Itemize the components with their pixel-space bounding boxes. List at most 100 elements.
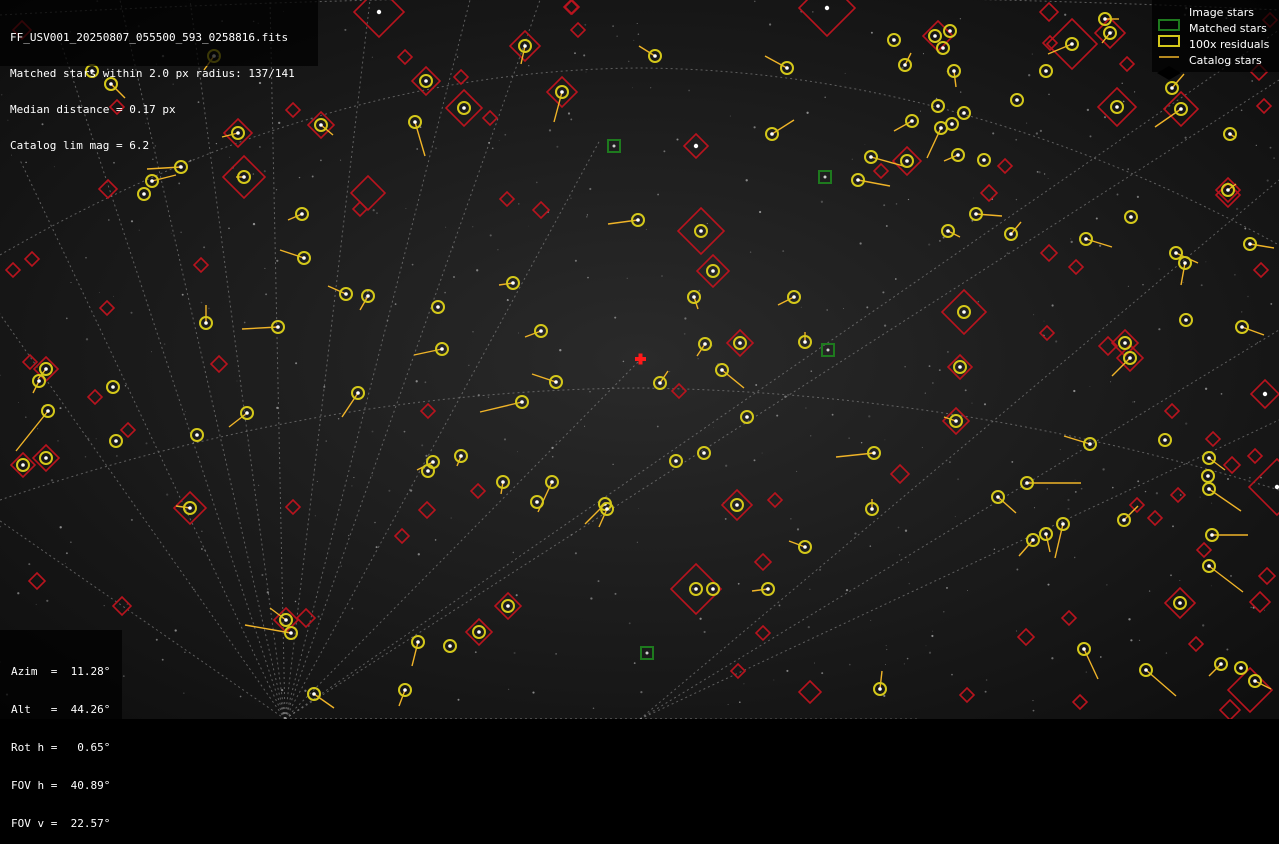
background-star xyxy=(882,291,885,294)
background-star xyxy=(372,209,375,212)
background-star xyxy=(668,370,671,373)
background-star xyxy=(64,562,66,564)
background-star xyxy=(1199,496,1201,498)
background-star xyxy=(376,212,378,214)
background-star xyxy=(1095,217,1098,220)
background-star xyxy=(325,440,327,442)
star-core xyxy=(1206,474,1210,478)
background-star xyxy=(35,603,37,605)
background-star xyxy=(491,147,494,150)
background-star xyxy=(870,31,873,34)
background-star xyxy=(826,309,829,311)
background-star xyxy=(1170,574,1172,577)
background-star xyxy=(761,452,763,454)
star-core xyxy=(658,381,662,385)
background-star xyxy=(820,200,824,203)
background-star xyxy=(103,604,105,607)
background-star xyxy=(738,701,741,704)
background-star xyxy=(1144,490,1147,493)
background-star xyxy=(340,159,342,161)
background-star xyxy=(1074,479,1076,481)
star-core xyxy=(1108,31,1112,35)
star-core xyxy=(933,34,937,38)
background-star xyxy=(193,588,195,591)
background-star xyxy=(570,197,572,199)
star-core xyxy=(699,229,703,233)
background-star xyxy=(633,39,635,41)
star-core xyxy=(785,66,789,70)
star-core xyxy=(535,500,539,504)
star-core xyxy=(1163,438,1167,442)
background-star xyxy=(1031,53,1033,55)
background-star xyxy=(409,489,413,492)
background-star xyxy=(636,23,638,24)
star-core xyxy=(1207,487,1211,491)
background-star xyxy=(304,689,307,692)
background-star xyxy=(819,568,822,571)
background-star xyxy=(1086,108,1090,112)
background-star xyxy=(614,316,617,319)
background-star xyxy=(371,56,374,58)
background-star xyxy=(574,552,577,555)
star-core xyxy=(878,687,882,691)
background-star xyxy=(854,532,857,535)
star-core xyxy=(1248,242,1252,246)
background-star xyxy=(627,60,630,63)
bright-star xyxy=(1274,484,1279,490)
file-info-panel: FF_USV001_20250807_055500_593_0258816.fi… xyxy=(0,0,318,152)
star-core xyxy=(1129,215,1133,219)
background-star xyxy=(201,548,203,550)
background-star xyxy=(130,220,134,223)
star-core xyxy=(1031,538,1035,542)
background-star xyxy=(964,389,967,392)
background-star xyxy=(435,147,437,150)
star-core xyxy=(1084,237,1088,241)
background-star xyxy=(468,364,470,366)
azimuth-text: Azim = 11.28° xyxy=(11,665,111,678)
star-core xyxy=(1179,107,1183,111)
star-core xyxy=(44,367,48,371)
background-star xyxy=(1247,295,1249,298)
background-star xyxy=(548,129,552,132)
background-star xyxy=(612,25,614,27)
background-star xyxy=(631,87,633,89)
background-star xyxy=(921,446,924,449)
background-star xyxy=(1089,135,1092,138)
star-core xyxy=(692,295,696,299)
background-star xyxy=(59,407,62,410)
background-star xyxy=(424,381,427,384)
background-star xyxy=(753,459,756,462)
background-star xyxy=(85,256,87,259)
background-star xyxy=(884,439,886,441)
star-core xyxy=(242,175,246,179)
background-star xyxy=(845,588,849,592)
background-star xyxy=(786,669,789,672)
background-star xyxy=(113,295,115,297)
background-star xyxy=(782,250,785,253)
star-core xyxy=(312,692,316,696)
background-star xyxy=(1220,393,1223,395)
star-core xyxy=(962,111,966,115)
background-star xyxy=(445,226,447,228)
background-star xyxy=(807,625,810,629)
background-star xyxy=(614,592,617,595)
star-core xyxy=(962,310,966,314)
background-star xyxy=(351,485,353,487)
background-star xyxy=(698,289,701,292)
background-star xyxy=(1121,82,1123,84)
background-star xyxy=(1270,302,1273,305)
background-star xyxy=(1103,116,1107,119)
star-core xyxy=(1226,188,1230,192)
star-core xyxy=(416,640,420,644)
background-star xyxy=(1251,80,1254,82)
background-star xyxy=(993,548,996,551)
background-star xyxy=(883,694,886,698)
background-star xyxy=(281,689,284,692)
star-core xyxy=(448,644,452,648)
background-star xyxy=(555,440,557,442)
background-star xyxy=(450,517,452,519)
legend-catalog-stars: Catalog stars xyxy=(1152,54,1279,80)
star-core xyxy=(674,459,678,463)
star-core xyxy=(1219,662,1223,666)
star-core xyxy=(195,433,199,437)
